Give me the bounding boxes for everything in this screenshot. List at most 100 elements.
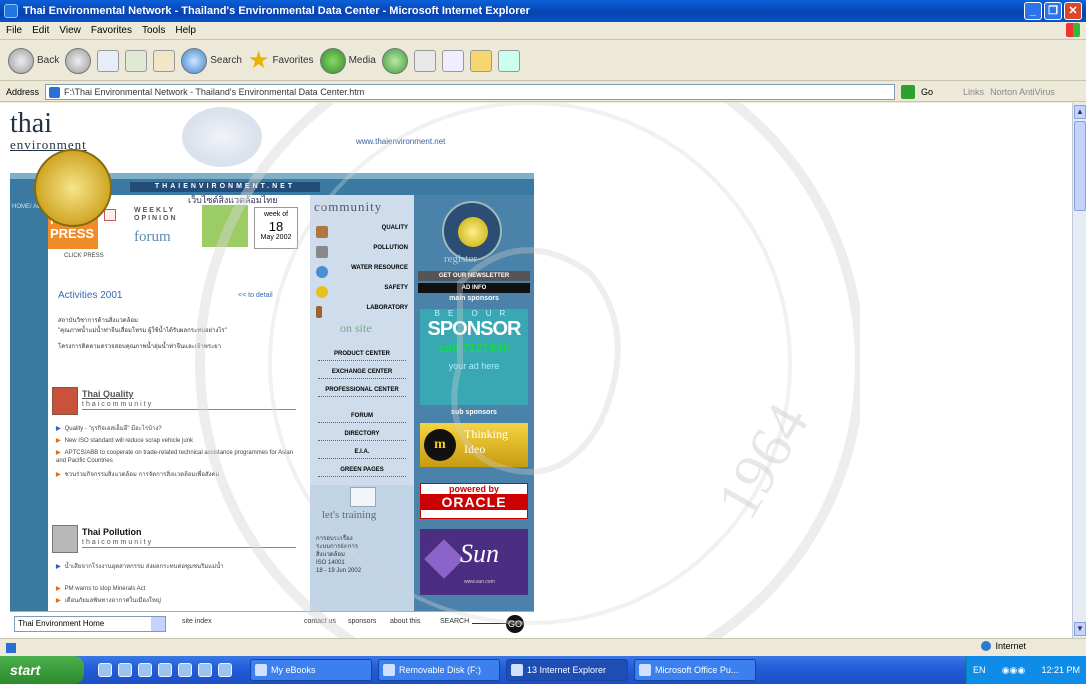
community-laboratory[interactable]: LABORATORY [310, 303, 414, 323]
folder-icon[interactable] [469, 49, 492, 72]
task-button[interactable]: My eBooks [250, 659, 372, 681]
desktop-quicklaunch-icon[interactable] [158, 663, 172, 677]
back-arrow-icon [8, 47, 34, 74]
forum-nav-link[interactable]: FORUM [318, 413, 406, 423]
ad-info-bar[interactable]: AD INFO [418, 283, 530, 293]
ie-quicklaunch-icon[interactable] [98, 663, 112, 677]
scroll-thumb[interactable] [1074, 121, 1086, 211]
refresh-icon[interactable] [125, 49, 148, 72]
vertical-scrollbar[interactable]: ▲ ▼ [1072, 103, 1086, 638]
forum-image[interactable] [202, 205, 248, 247]
print-icon[interactable] [441, 49, 464, 72]
go-label[interactable]: Go [921, 87, 933, 97]
community-water[interactable]: WATER RESOURCE [310, 263, 414, 283]
news-text: Quality - "ธุรกิจเอสเอ็มอี" มีอะไรบ้าง? [64, 426, 162, 432]
menu-file[interactable]: File [6, 25, 22, 36]
outlook-quicklaunch-icon[interactable] [118, 663, 132, 677]
about-link[interactable]: about this [390, 618, 420, 625]
task-button[interactable]: Microsoft Office Pu... [634, 659, 756, 681]
stop-icon[interactable] [97, 49, 120, 72]
note-icon[interactable] [104, 209, 116, 221]
site-index-link[interactable]: site index [182, 618, 212, 625]
eia-link[interactable]: E.I.A. [318, 449, 406, 459]
contact-link[interactable]: contact us [304, 618, 336, 625]
quality-title[interactable]: Thai Quality [82, 389, 134, 399]
task-button[interactable]: 13 Internet Explorer [506, 659, 628, 681]
minimize-button[interactable]: _ [1024, 2, 1042, 20]
menu-help[interactable]: Help [175, 25, 196, 36]
ideo-sponsor[interactable]: m Thinking Ideo [420, 423, 528, 467]
oracle-sponsor[interactable]: powered by ORACLE [420, 483, 528, 519]
chevron-down-icon[interactable] [151, 617, 165, 631]
click-press-label[interactable]: CLICK PRESS [64, 253, 104, 259]
scroll-down-icon[interactable]: ▼ [1074, 622, 1086, 636]
menu-edit[interactable]: Edit [32, 25, 49, 36]
sponsors-link[interactable]: sponsors [348, 618, 376, 625]
maximize-button[interactable]: ❐ [1044, 2, 1062, 20]
news-item[interactable]: ▶ Quality - "ธุรกิจเอสเอ็มอี" มีอะไรบ้าง? [56, 425, 300, 433]
training-box[interactable]: let's training การอบรมเรื่อง ระบบการจัดก… [310, 485, 414, 611]
community-quality[interactable]: QUALITY [310, 223, 414, 243]
home-icon[interactable] [153, 49, 176, 72]
training-line: ISO 14001 [316, 560, 345, 566]
menu-favorites[interactable]: Favorites [91, 25, 132, 36]
green-pages-link[interactable]: GREEN PAGES [318, 467, 406, 477]
close-button[interactable]: ✕ [1064, 2, 1082, 20]
training-header: let's training [322, 509, 377, 521]
back-button[interactable]: Back [8, 47, 59, 74]
menu-view[interactable]: View [59, 25, 81, 36]
media-quicklaunch-icon[interactable] [138, 663, 152, 677]
norton-label[interactable]: Norton AntiVirus [990, 87, 1055, 97]
start-button[interactable]: start [0, 656, 84, 684]
register-link[interactable]: register [444, 253, 477, 265]
site-logo[interactable]: thai environment [10, 108, 87, 153]
news-item[interactable]: ▶ PM warns to stop Minerals Act [56, 585, 300, 593]
pollution-title[interactable]: Thai Pollution [82, 527, 142, 537]
site-url[interactable]: www.thaienvironment.net [356, 137, 445, 146]
search-line[interactable] [472, 623, 506, 624]
sponsor-call: call 7121345 [438, 341, 510, 355]
community-pollution[interactable]: POLLUTION [310, 243, 414, 263]
news-item[interactable]: ▶ น้ำเสียจากโรงงานอุตสาหกรรม ส่งผลกระทบต่… [56, 563, 300, 571]
clock[interactable]: 12:21 PM [1041, 665, 1080, 675]
task-button[interactable]: Removable Disk (F:) [378, 659, 500, 681]
activity-line[interactable]: "คุณภาพน้ำแม่น้ำท่าจีนเสื่อมโทรม ผู้ใช้น… [58, 327, 304, 335]
community-label: POLLUTION [373, 245, 408, 251]
search-button[interactable]: Search [181, 47, 242, 74]
exchange-center-link[interactable]: EXCHANGE CENTER [318, 369, 406, 379]
scroll-up-icon[interactable]: ▲ [1074, 105, 1086, 119]
directory-link[interactable]: DIRECTORY [318, 431, 406, 441]
favorites-button[interactable]: ★ Favorites [248, 46, 314, 75]
go-button[interactable]: GO [506, 615, 524, 633]
go-arrow-icon[interactable] [901, 84, 916, 99]
address-url: F:\Thai Environmental Network - Thailand… [64, 86, 365, 97]
history-icon[interactable] [381, 47, 408, 74]
onsite-header: on site [340, 321, 372, 335]
links-label[interactable]: Links [963, 87, 984, 97]
app-quicklaunch-icon[interactable] [218, 663, 232, 677]
news-item[interactable]: ▶ APTCS/ABB to cooperate on trade-related… [56, 449, 300, 465]
messenger-icon[interactable] [497, 49, 520, 72]
product-center-link[interactable]: PRODUCT CENTER [318, 351, 406, 361]
register-badge[interactable] [442, 201, 502, 261]
news-item[interactable]: ▶ เตือนภัยมลพิษทางอากาศในเมืองใหญ่ [56, 597, 300, 605]
mail-icon[interactable] [413, 49, 436, 72]
forward-button[interactable] [65, 47, 92, 74]
address-input[interactable]: F:\Thai Environmental Network - Thailand… [45, 83, 896, 100]
professional-center-link[interactable]: PROFESSIONAL CENTER [318, 387, 406, 397]
excel-quicklaunch-icon[interactable] [198, 663, 212, 677]
word-quicklaunch-icon[interactable] [178, 663, 192, 677]
sun-sponsor[interactable]: Sun www.sun.com [420, 529, 528, 595]
forum-link[interactable]: forum [134, 229, 171, 246]
language-indicator[interactable]: EN [973, 665, 986, 675]
media-button[interactable]: Media [319, 47, 376, 74]
activities-detail-link[interactable]: << to detail [238, 292, 273, 299]
sponsor-ad[interactable]: BE OUR SPONSOR call 7121345 your ad here [420, 309, 528, 405]
menu-tools[interactable]: Tools [142, 25, 165, 36]
community-safety[interactable]: SAFETY [310, 283, 414, 303]
logo-line1: thai [10, 108, 52, 139]
site-select[interactable]: Thai Environment Home [14, 616, 166, 632]
news-item[interactable]: ▶ New ISO standard will reduce scrap vehi… [56, 437, 300, 445]
news-item[interactable]: ▶ ชวนร่วมกิจกรรมสิ่งแวดล้อม การจัดการสิ่ง… [56, 471, 300, 479]
newsletter-bar[interactable]: GET OUR NEWSLETTER [418, 271, 530, 281]
